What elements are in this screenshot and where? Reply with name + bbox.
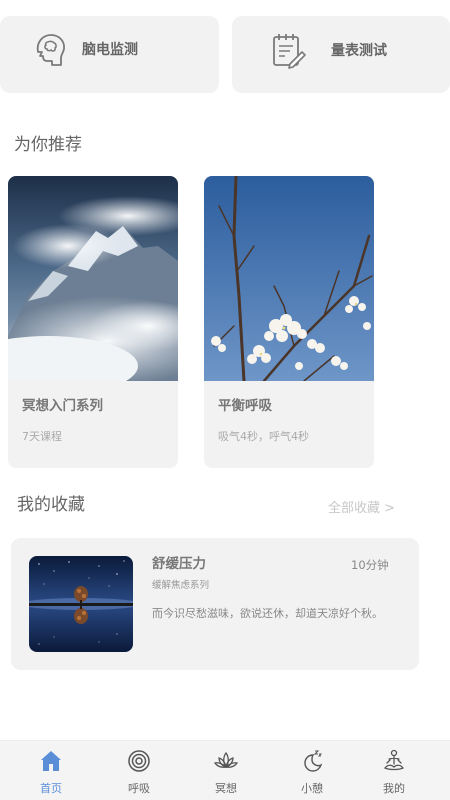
breath-target-icon — [128, 750, 150, 772]
recommend-card-subtitle: 吸气4秒，呼气4秒 — [218, 430, 309, 443]
tab-label: 冥想 — [215, 782, 237, 795]
tab-breath[interactable]: 呼吸 — [109, 741, 169, 800]
meditating-person-icon — [384, 749, 404, 771]
recommend-card-title: 平衡呼吸 — [218, 398, 272, 414]
tab-mine[interactable]: 我的 — [364, 741, 424, 800]
eeg-monitor-label: 脑电监测 — [82, 42, 138, 58]
moon-sleep-icon — [304, 750, 323, 772]
scale-test-card[interactable]: 量表测试 — [232, 16, 450, 93]
tab-nap[interactable]: 小憩 — [282, 741, 342, 800]
favorite-item-relieve-stress[interactable]: 舒缓压力 10分钟 缓解焦虑系列 而今识尽愁滋味，欲说还休，却道天凉好个秋。 — [11, 538, 419, 670]
recommend-card-title: 冥想入门系列 — [22, 398, 103, 414]
favorite-duration: 10分钟 — [351, 558, 389, 572]
recommend-card-subtitle: 7天课程 — [22, 430, 62, 443]
favorite-series: 缓解焦虑系列 — [152, 580, 210, 591]
tab-label: 呼吸 — [128, 782, 150, 795]
tab-label: 我的 — [383, 782, 405, 795]
home-icon — [41, 751, 61, 771]
all-favorites-link[interactable]: 全部收藏 > — [328, 497, 395, 516]
head-brain-icon — [36, 34, 65, 66]
blossom-branch-image — [204, 176, 374, 381]
tab-home[interactable]: 首页 — [21, 741, 81, 800]
clipboard-edit-icon — [273, 34, 306, 69]
snowy-mountain-image — [8, 176, 178, 381]
bottom-tab-bar: 首页 呼吸 冥想 小憩 我的 — [0, 740, 450, 800]
lotus-icon — [214, 751, 238, 769]
night-tree-reflection-image — [29, 556, 133, 652]
tab-label: 小憩 — [301, 782, 323, 795]
app-page: 脑电监测 量表测试 为你推荐 冥想入门系列 7天课程 平衡呼吸 吸气4秒，呼气4… — [0, 0, 450, 800]
tab-meditation[interactable]: 冥想 — [196, 741, 256, 800]
recommend-card-meditation-intro[interactable]: 冥想入门系列 7天课程 — [8, 176, 178, 468]
eeg-monitor-card[interactable]: 脑电监测 — [0, 16, 219, 93]
tab-label: 首页 — [40, 782, 62, 795]
favorite-description: 而今识尽愁滋味，欲说还休，却道天凉好个秋。 — [152, 607, 383, 620]
scale-test-label: 量表测试 — [331, 43, 387, 59]
favorite-title: 舒缓压力 — [152, 556, 206, 572]
recommend-section-title: 为你推荐 — [14, 135, 82, 155]
favorites-section-title: 我的收藏 — [17, 495, 85, 515]
recommend-card-balance-breath[interactable]: 平衡呼吸 吸气4秒，呼气4秒 — [204, 176, 374, 468]
